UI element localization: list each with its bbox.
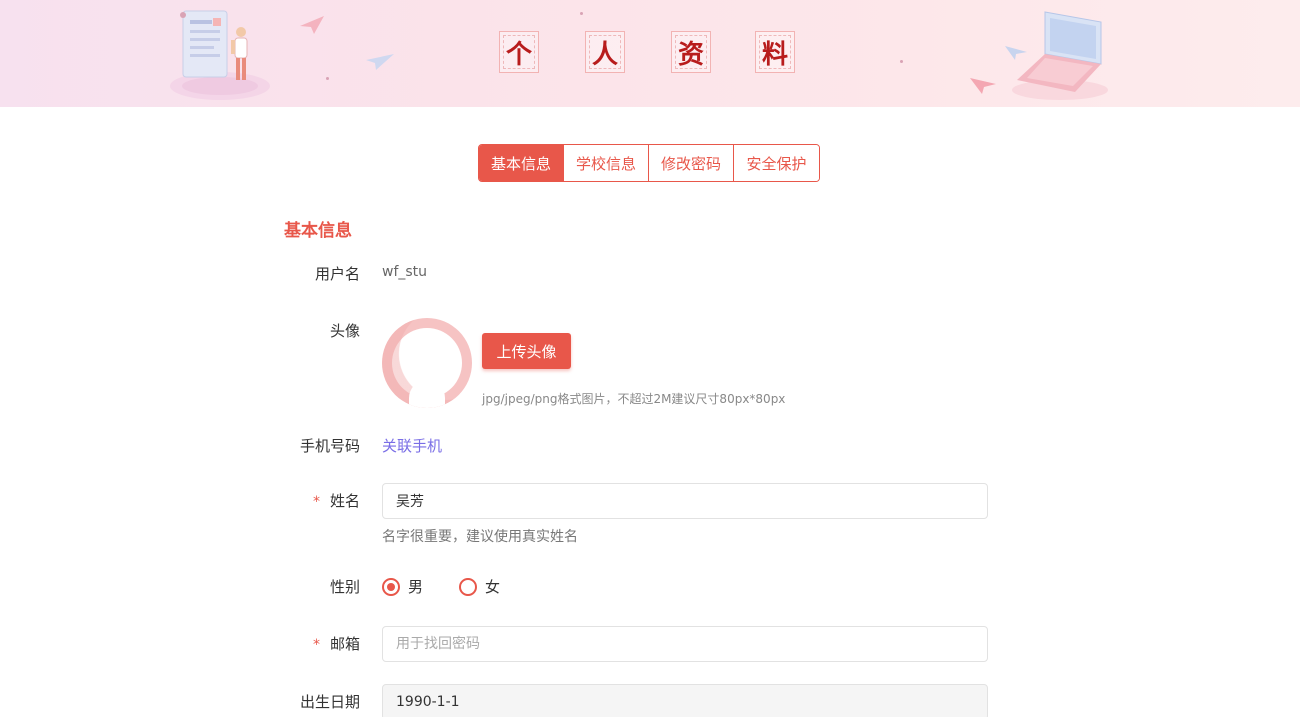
name-label-text: 姓名	[329, 492, 360, 510]
laptop-illustration-icon	[1012, 11, 1108, 100]
username-label: 用户名	[314, 265, 360, 283]
title-char: 资	[671, 31, 711, 73]
tab-security[interactable]: 安全保护	[734, 145, 819, 181]
gender-label: 性别	[329, 578, 360, 596]
radio-checked-icon	[382, 577, 400, 596]
link-phone-link[interactable]: 关联手机	[382, 435, 442, 456]
name-label: * 姓名	[240, 490, 360, 511]
paper-plane-icon	[300, 16, 324, 34]
gender-radio-female[interactable]: 女	[459, 576, 500, 597]
name-input[interactable]	[382, 483, 988, 519]
upload-avatar-button[interactable]: 上传头像	[482, 333, 571, 369]
decor-dot	[180, 12, 186, 18]
avatar-hint: jpg/jpeg/png格式图片，不超过2M建议尺寸80px*80px	[482, 392, 786, 406]
email-label: * 邮箱	[240, 633, 360, 654]
required-mark: *	[312, 494, 320, 510]
document-illustration-icon	[170, 10, 270, 100]
tab-change-password[interactable]: 修改密码	[649, 145, 734, 181]
paper-plane-icon	[970, 78, 996, 94]
required-mark: *	[312, 637, 320, 653]
paper-plane-icon	[366, 54, 394, 70]
gender-option-label: 女	[485, 578, 501, 596]
phone-label: 手机号码	[299, 437, 360, 455]
decor-dot	[900, 60, 903, 63]
birthday-label: 出生日期	[299, 693, 360, 711]
avatar-label: 头像	[329, 322, 360, 340]
email-input[interactable]	[382, 626, 988, 662]
tab-basic-info[interactable]: 基本信息	[479, 145, 564, 181]
title-char: 料	[755, 31, 795, 73]
decor-dot	[326, 77, 329, 80]
header-banner: 个 人 资 料	[0, 0, 1300, 107]
profile-tabs: 基本信息 学校信息 修改密码 安全保护	[478, 144, 820, 182]
name-help-text: 名字很重要，建议使用真实姓名	[382, 529, 578, 545]
section-title: 基本信息	[284, 221, 352, 241]
tab-school-info[interactable]: 学校信息	[564, 145, 649, 181]
gender-option-label: 男	[408, 578, 424, 596]
avatar	[382, 318, 472, 408]
title-char: 人	[585, 31, 625, 73]
email-label-text: 邮箱	[329, 635, 360, 653]
radio-unchecked-icon	[459, 577, 477, 596]
birthday-input[interactable]	[382, 684, 988, 717]
title-char: 个	[499, 31, 539, 73]
decor-dot	[580, 12, 583, 15]
username-value: wf_stu	[382, 264, 428, 280]
page-title: 个 人 资 料	[499, 31, 799, 75]
gender-radio-male[interactable]: 男	[382, 576, 423, 597]
